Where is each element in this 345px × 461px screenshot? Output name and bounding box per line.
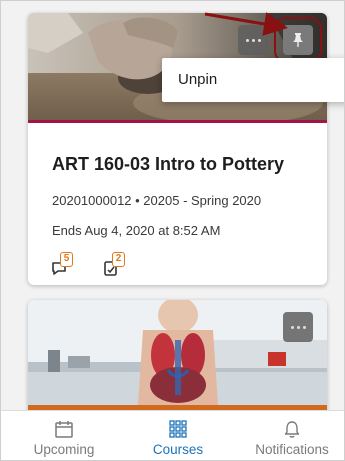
more-dots-icon — [245, 38, 261, 42]
tab-notifications[interactable]: Notifications — [240, 411, 344, 461]
course-card[interactable]: ART 160-03 Intro to Pottery 20201000012 … — [28, 13, 327, 285]
banner-color-stripe — [28, 120, 327, 123]
more-dots-icon — [290, 325, 306, 329]
calendar-icon — [55, 421, 73, 438]
discussion-activity[interactable]: 5 — [50, 252, 80, 281]
discussion-count-badge: 5 — [60, 252, 73, 267]
bottom-tab-bar: Upcoming Courses Notifications — [0, 410, 345, 461]
course-card[interactable] — [28, 300, 327, 410]
context-menu: Unpin — [162, 58, 345, 102]
tab-notifications-label: Notifications — [255, 442, 329, 457]
assignment-activity[interactable]: 2 — [102, 252, 132, 281]
bell-icon — [284, 421, 300, 438]
tab-courses-label: Courses — [152, 442, 204, 457]
course-banner-image[interactable] — [28, 300, 327, 410]
course-end-date: Ends Aug 4, 2020 at 8:52 AM — [52, 223, 221, 238]
assignment-count-badge: 2 — [112, 252, 125, 267]
course-options-button[interactable] — [283, 312, 313, 342]
course-feed[interactable]: ART 160-03 Intro to Pottery 20201000012 … — [0, 0, 345, 410]
tab-upcoming-label: Upcoming — [33, 442, 95, 457]
grid-icon — [169, 420, 187, 438]
unpin-menu-item[interactable]: Unpin — [178, 71, 217, 88]
tab-upcoming[interactable]: Upcoming — [14, 411, 114, 461]
pin-highlight-annotation — [274, 17, 322, 63]
course-title[interactable]: ART 160-03 Intro to Pottery — [52, 154, 284, 175]
course-options-button[interactable] — [238, 25, 268, 55]
tab-courses[interactable]: Courses — [128, 411, 228, 461]
course-meta: 20201000012 • 20205 - Spring 2020 — [52, 193, 262, 208]
